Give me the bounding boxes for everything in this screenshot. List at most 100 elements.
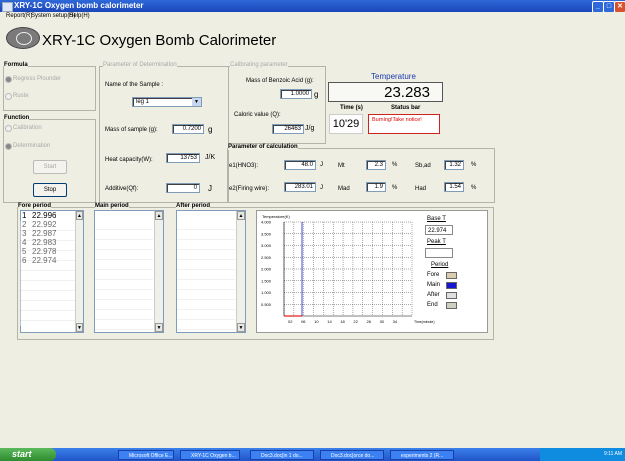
determination-legend: Parameter of Determination [103, 62, 177, 68]
menu-help[interactable]: Help(H) [69, 13, 90, 19]
function-option-determination: Determination [13, 143, 51, 149]
legend-fore-swatch [446, 272, 457, 279]
sbad-label: Sb,ad [415, 163, 431, 169]
list-item: 4 22.983 [22, 238, 74, 247]
y-tick-label: 3.000 [261, 243, 272, 248]
x-tick-label: 10 [314, 319, 319, 324]
e2-input[interactable]: 283.01 [284, 182, 316, 192]
function-legend: Function [4, 115, 30, 121]
formula-radio-1[interactable] [5, 76, 12, 83]
row-value: 22.974 [32, 256, 57, 265]
scroll-down-icon[interactable]: ▼ [237, 323, 245, 332]
calc-legend: Parameter of calculation [228, 144, 298, 150]
x-tick-label: 26 [367, 319, 372, 324]
logo-icon [6, 27, 40, 49]
x-tick-label: 34 [393, 319, 398, 324]
mass-input[interactable]: 0.7200 [172, 124, 204, 134]
had-input[interactable]: 1.54 [444, 182, 464, 192]
function-radio-determination[interactable] [5, 143, 12, 150]
sample-name-label: Name of the Sample : [105, 82, 164, 88]
e1-input[interactable]: 48.0 [284, 160, 316, 170]
row-value: 22.996 [32, 211, 57, 220]
main-scrollbar[interactable]: ▲ ▼ [154, 211, 163, 332]
after-scrollbar[interactable]: ▲ ▼ [236, 211, 245, 332]
mad-input[interactable]: 1.9 [366, 182, 386, 192]
formula-group [3, 66, 96, 111]
row-value: 22.987 [32, 229, 57, 238]
legend-main-label: Main [427, 282, 441, 288]
legend-after-label: After [427, 292, 440, 298]
y-tick-label: 4.000 [261, 220, 272, 225]
taskbar-item[interactable]: XRY-1C Oxygen b... [180, 450, 240, 460]
function-radio-calibration[interactable] [5, 125, 12, 132]
window-title: XRY-1C Oxygen bomb calorimeter [14, 1, 144, 10]
system-tray: 9:11 AM [540, 448, 625, 461]
scroll-up-icon[interactable]: ▲ [155, 211, 163, 220]
scroll-up-icon[interactable]: ▲ [76, 211, 83, 220]
x-tick-label: 14 [327, 319, 332, 324]
additive-input[interactable]: 0 [166, 183, 200, 193]
row-index: 6 [22, 256, 27, 265]
caloric-input[interactable]: 26463 [272, 124, 304, 134]
formula-option-1: Regress Plounder [13, 76, 62, 82]
additive-label: Additive(Qf): [105, 186, 139, 192]
heat-capacity-input[interactable]: 13753 [166, 153, 200, 163]
mad-unit: % [392, 185, 398, 191]
fore-scrollbar[interactable]: ▲ ▼ [75, 211, 83, 332]
status-bar-label: Status bar [391, 105, 421, 111]
app-icon [2, 2, 13, 12]
row-index: 4 [22, 238, 27, 247]
legend-end-swatch [446, 302, 457, 309]
taskbar-item[interactable]: Doc3.doc[orce do... [320, 450, 384, 460]
heat-capacity-unit: J/K [205, 154, 216, 161]
mt-input[interactable]: 2.3 [366, 160, 386, 170]
scroll-up-icon[interactable]: ▲ [237, 211, 245, 220]
start-button[interactable]: start [0, 448, 56, 461]
time-label: Time (s) [340, 105, 363, 111]
benzoic-input[interactable]: 1.0000 [280, 89, 312, 99]
mass-unit: g [208, 125, 213, 134]
sample-name-value: leg 1 [136, 99, 150, 105]
caloric-label: Caloric value (Q): [234, 112, 281, 118]
chevron-down-icon[interactable]: ▼ [192, 98, 201, 106]
row-value: 22.992 [32, 220, 57, 229]
y-tick-label: 2.000 [261, 267, 272, 272]
taskbar-item[interactable]: Doc3.doc[in 1 do... [250, 450, 314, 460]
mad-label: Mad [338, 186, 350, 192]
taskbar-item[interactable]: Microsoft Office E... [118, 450, 174, 460]
calibrating-legend: Calibrating parameter [230, 62, 288, 68]
function-option-calibration: Calibration [13, 125, 42, 131]
e2-label: e2(Firing wire): [229, 186, 270, 192]
benzoic-label: Mass of Benzoic Acid (g): [246, 78, 314, 84]
stop-button[interactable]: Stop [33, 183, 67, 197]
x-tick-label: 02 [288, 319, 293, 324]
sbad-input[interactable]: 1.32 [444, 160, 464, 170]
sbad-unit: % [471, 162, 477, 168]
formula-legend: Formula [4, 62, 28, 68]
formula-radio-2[interactable] [5, 93, 12, 100]
time-display: 10'29 [329, 114, 363, 134]
scroll-down-icon[interactable]: ▼ [76, 323, 83, 332]
mt-unit: % [392, 162, 398, 168]
start-button[interactable]: Start [33, 160, 67, 174]
status-bar: Burning!Take notice! [368, 114, 440, 134]
y-tick-label: 3.500 [261, 231, 272, 236]
benzoic-unit: g [314, 90, 319, 99]
legend-after-swatch [446, 292, 457, 299]
menu-bar [0, 12, 625, 21]
row-index: 1 [22, 211, 27, 220]
scroll-down-icon[interactable]: ▼ [155, 323, 163, 332]
y-tick-label: 2.500 [261, 255, 272, 260]
peak-t-label: Peak T [427, 239, 446, 245]
row-index: 3 [22, 229, 27, 238]
clock: 9:11 AM [604, 451, 622, 457]
menu-report[interactable]: Report(R) [6, 13, 32, 19]
list-item: 5 22.978 [22, 247, 74, 256]
y-axis-label: Temperature(K) [262, 214, 290, 219]
row-value: 22.978 [32, 247, 57, 256]
list-item: 1 22.996 [22, 211, 74, 220]
row-index: 2 [22, 220, 27, 229]
fore-period-label: Fore period [18, 203, 52, 209]
taskbar-item[interactable]: experiments 2 (R... [390, 450, 454, 460]
e1-label: e1(HNO3): [229, 163, 259, 169]
